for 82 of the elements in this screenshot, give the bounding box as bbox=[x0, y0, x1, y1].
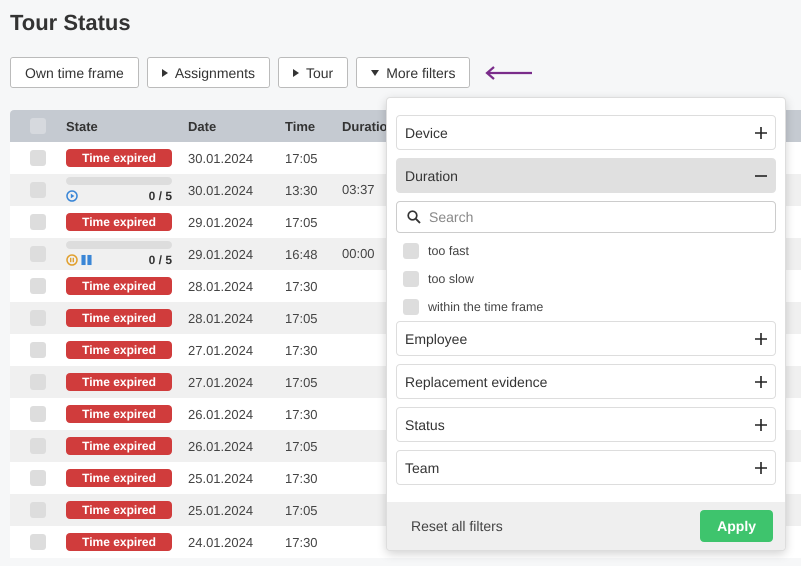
table-cell-text: 17:30 bbox=[285, 278, 319, 294]
option-label: too fast bbox=[428, 244, 469, 258]
table-cell-text: 30.01.2024 bbox=[188, 150, 254, 166]
table-cell-text: 17:05 bbox=[285, 310, 319, 326]
plus-icon bbox=[755, 418, 767, 430]
column-header[interactable]: Date bbox=[188, 118, 285, 134]
table-cell-text: 26.01.2024 bbox=[188, 406, 254, 422]
column-header[interactable]: State bbox=[66, 118, 188, 134]
table-cell: 00:00 bbox=[342, 246, 375, 261]
plus-icon bbox=[755, 376, 767, 388]
plus-icon bbox=[755, 332, 767, 344]
reset-button[interactable]: Reset all filters bbox=[411, 518, 503, 534]
table-cell-text: 17:30 bbox=[285, 342, 319, 358]
table-cell-text: 29.01.2024 bbox=[188, 214, 254, 230]
filter-section[interactable]: Status bbox=[396, 407, 776, 442]
checkbox[interactable] bbox=[30, 534, 46, 550]
status-badge: Time expired bbox=[66, 437, 172, 455]
filter-button[interactable]: More filters bbox=[356, 57, 470, 88]
progress-count: 0 / 5 bbox=[148, 189, 172, 203]
checkbox[interactable] bbox=[30, 278, 46, 294]
table-cell-text: 17:05 bbox=[285, 150, 319, 166]
checkbox[interactable] bbox=[30, 406, 46, 422]
status-badge: Time expired bbox=[66, 469, 172, 487]
table-cell-text: 26.01.2024 bbox=[188, 438, 254, 454]
caret-icon bbox=[371, 70, 380, 76]
status-badge: Time expired bbox=[66, 309, 172, 327]
status-badge: Time expired bbox=[66, 533, 172, 551]
caret-icon bbox=[292, 68, 299, 76]
table-cell-text: 28.01.2024 bbox=[188, 310, 254, 326]
table-cell-text: 24.01.2024 bbox=[188, 534, 254, 550]
filter-section[interactable]: Device bbox=[396, 115, 776, 150]
status-badge: Time expired bbox=[66, 501, 172, 519]
search-field[interactable]: Search bbox=[396, 201, 776, 233]
filter-section[interactable]: Replacement evidence bbox=[396, 364, 776, 399]
table-cell-text: 17:30 bbox=[285, 406, 319, 422]
option-label: too slow bbox=[428, 272, 474, 286]
table-cell-text: 29.01.2024 bbox=[188, 246, 254, 262]
filter-button[interactable]: Assignments bbox=[146, 57, 270, 88]
table-cell-text: 25.01.2024 bbox=[188, 470, 254, 486]
progress-count: 0 / 5 bbox=[148, 253, 172, 267]
play-icon bbox=[66, 190, 78, 202]
status-badge: Time expired bbox=[66, 149, 172, 167]
table-cell-text: 16:48 bbox=[285, 246, 319, 262]
status-badge: Time expired bbox=[66, 405, 172, 423]
checkbox[interactable] bbox=[403, 243, 419, 259]
table-cell-text: 17:05 bbox=[285, 438, 319, 454]
pause-icon bbox=[66, 254, 78, 266]
caret-icon bbox=[162, 68, 168, 76]
column-header[interactable]: Time bbox=[285, 118, 342, 134]
arrow-icon bbox=[484, 66, 534, 80]
status-badge: Time expired bbox=[66, 277, 172, 295]
status-badge: Time expired bbox=[66, 213, 172, 231]
checkbox[interactable] bbox=[30, 470, 46, 486]
filter-section[interactable]: Employee bbox=[396, 321, 776, 356]
filter-button[interactable]: Own time frame bbox=[10, 57, 139, 88]
table-cell-text: 17:05 bbox=[285, 502, 319, 518]
filter-button[interactable]: Tour bbox=[278, 57, 348, 88]
checkbox[interactable] bbox=[403, 299, 419, 315]
table-cell-text: 17:30 bbox=[285, 534, 319, 550]
checkbox[interactable] bbox=[30, 214, 46, 230]
status-badge: Time expired bbox=[66, 341, 172, 359]
option-label: within the time frame bbox=[428, 300, 544, 314]
status-badge: Time expired bbox=[66, 373, 172, 391]
plus-icon bbox=[755, 462, 767, 474]
table-cell-text: 25.01.2024 bbox=[188, 502, 254, 518]
plus-icon bbox=[755, 126, 767, 138]
checkbox[interactable] bbox=[30, 342, 46, 358]
table-cell-text: 27.01.2024 bbox=[188, 342, 254, 358]
page-title: Tour Status bbox=[9, 9, 132, 37]
table-cell-text: 17:30 bbox=[285, 470, 319, 486]
table-cell-text: 17:05 bbox=[285, 374, 319, 390]
table-cell: 03:37 bbox=[342, 182, 375, 197]
filter-section[interactable]: Duration bbox=[396, 158, 776, 193]
pause-icon bbox=[81, 254, 92, 266]
checkbox[interactable] bbox=[403, 271, 419, 287]
filter-section[interactable]: Team bbox=[396, 450, 776, 485]
table-cell-text: 17:05 bbox=[285, 214, 319, 230]
table-cell-text: 30.01.2024 bbox=[188, 182, 254, 198]
table-cell-text: 27.01.2024 bbox=[188, 374, 254, 390]
table-cell-text: 28.01.2024 bbox=[188, 278, 254, 294]
table-cell-text: 13:30 bbox=[285, 182, 319, 198]
checkbox[interactable] bbox=[30, 150, 46, 166]
